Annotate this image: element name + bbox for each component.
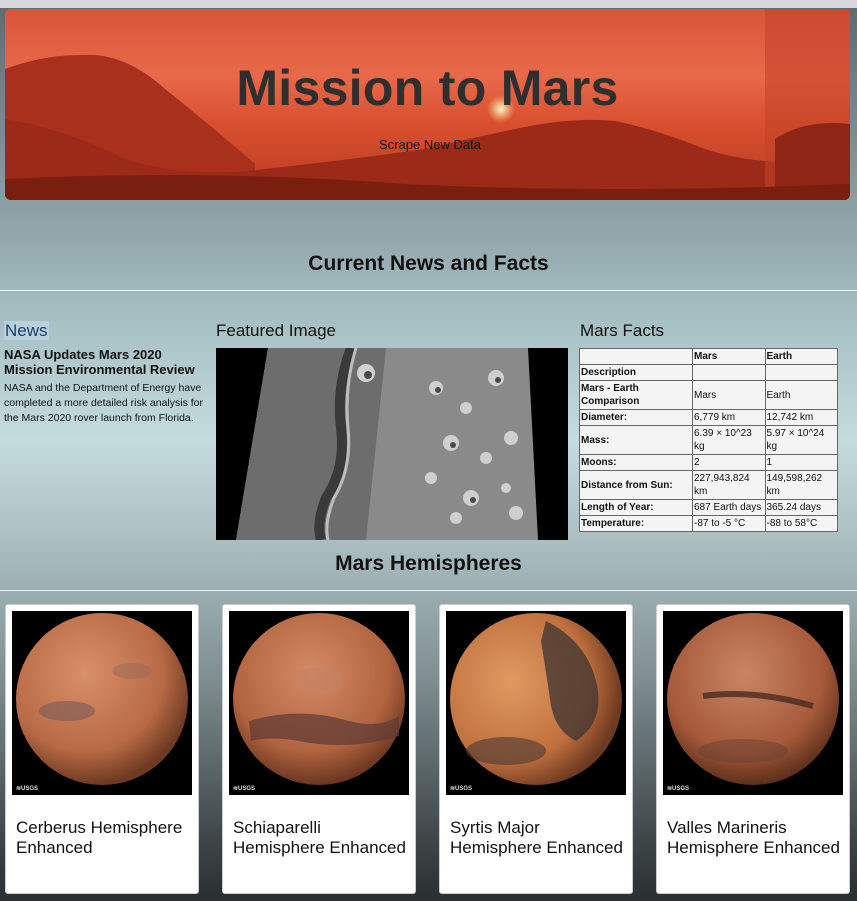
earth-value: Earth [764, 380, 838, 410]
row-label: Diameter: [579, 409, 693, 426]
row-label: Distance from Sun: [579, 470, 693, 500]
page-title: Mission to Mars [236, 60, 619, 116]
hero-banner: Mission to Mars Scrape New Data [5, 9, 850, 200]
mars-value [692, 364, 766, 381]
earth-value: -88 to 58°C [764, 515, 838, 532]
usgs-logo: ≋USGS [667, 786, 690, 792]
table-header-row: Mars Earth [579, 348, 838, 365]
scrape-new-data-button[interactable]: Scrape New Data [365, 133, 495, 155]
hemisphere-caption[interactable]: Valles Marineris Hemisphere Enhanced [667, 818, 842, 858]
earth-value: 12,742 km [764, 409, 838, 426]
hemisphere-card[interactable]: ≋USGS Cerberus Hemisphere Enhanced [5, 604, 199, 894]
hemisphere-caption[interactable]: Syrtis Major Hemisphere Enhanced [450, 818, 625, 858]
featured-image-heading: Featured Image [216, 321, 337, 340]
mars-facts-table: Mars Earth Description Mars - Earth Comp… [579, 348, 838, 532]
row-label: Temperature: [579, 515, 693, 532]
hemisphere-image-schiaparelli[interactable]: ≋USGS [229, 611, 409, 795]
featured-image[interactable] [216, 348, 568, 540]
news-title: NASA Updates Mars 2020 Mission Environme… [4, 347, 195, 377]
usgs-logo: ≋USGS [233, 786, 256, 792]
earth-value: 5.97 × 10^24 kg [764, 425, 838, 455]
earth-value: 149,598,262 km [764, 470, 838, 500]
table-row: Moons: 2 1 [579, 454, 838, 471]
featured-image-graphic [236, 348, 538, 540]
hemispheres-section-title: Mars Hemispheres [335, 552, 522, 575]
row-label: Mars - Earth Comparison [579, 380, 693, 410]
planet-graphic [16, 613, 188, 785]
usgs-logo: ≋USGS [450, 786, 473, 792]
news-heading: News [4, 321, 49, 341]
table-header-cell: Mars [692, 348, 766, 365]
earth-value [764, 364, 838, 381]
row-label: Mass: [579, 425, 693, 455]
mars-value: 2 [692, 454, 766, 471]
row-label: Description [579, 364, 693, 381]
usgs-logo: ≋USGS [16, 786, 39, 792]
news-facts-section-title: Current News and Facts [308, 252, 549, 275]
news-heading-label: News [4, 321, 49, 340]
planet-graphic [450, 613, 622, 785]
hemisphere-card[interactable]: ≋USGS Valles Marineris Hemisphere Enhanc… [656, 604, 850, 894]
mars-value: 6,779 km [692, 409, 766, 426]
table-header-cell: Earth [764, 348, 838, 365]
table-row: Mars - Earth Comparison Mars Earth [579, 380, 838, 410]
earth-value: 365.24 days [764, 499, 838, 516]
table-row: Distance from Sun: 227,943,824 km 149,59… [579, 470, 838, 500]
table-row: Temperature: -87 to -5 °C -88 to 58°C [579, 515, 838, 532]
hemisphere-caption[interactable]: Cerberus Hemisphere Enhanced [16, 818, 191, 858]
table-header-cell [579, 348, 693, 365]
mars-facts-heading: Mars Facts [580, 321, 665, 340]
hemisphere-caption[interactable]: Schiaparelli Hemisphere Enhanced [233, 818, 408, 858]
table-row: Diameter: 6,779 km 12,742 km [579, 409, 838, 426]
table-row: Length of Year: 687 Earth days 365.24 da… [579, 499, 838, 516]
mars-value: 687 Earth days [692, 499, 766, 516]
mars-value: 227,943,824 km [692, 470, 766, 500]
hemisphere-image-valles-marineris[interactable]: ≋USGS [663, 611, 843, 795]
section-divider [0, 290, 857, 291]
row-label: Moons: [579, 454, 693, 471]
section-divider [0, 590, 857, 591]
planet-graphic [667, 613, 839, 785]
hemisphere-card[interactable]: ≋USGS Syrtis Major Hemisphere Enhanced [439, 604, 633, 894]
hemisphere-card[interactable]: ≋USGS Schiaparelli Hemisphere Enhanced [222, 604, 416, 894]
news-paragraph: NASA and the Department of Energy have c… [4, 382, 204, 424]
table-row: Mass: 6.39 × 10^23 kg 5.97 × 10^24 kg [579, 425, 838, 455]
browser-top-bar [0, 0, 857, 8]
hemisphere-image-syrtis-major[interactable]: ≋USGS [446, 611, 626, 795]
earth-value: 1 [764, 454, 838, 471]
table-row: Description [579, 364, 838, 381]
mars-value: Mars [692, 380, 766, 410]
row-label: Length of Year: [579, 499, 693, 516]
mars-value: 6.39 × 10^23 kg [692, 425, 766, 455]
planet-graphic [233, 613, 405, 785]
mars-value: -87 to -5 °C [692, 515, 766, 532]
hemisphere-image-cerberus[interactable]: ≋USGS [12, 611, 192, 795]
